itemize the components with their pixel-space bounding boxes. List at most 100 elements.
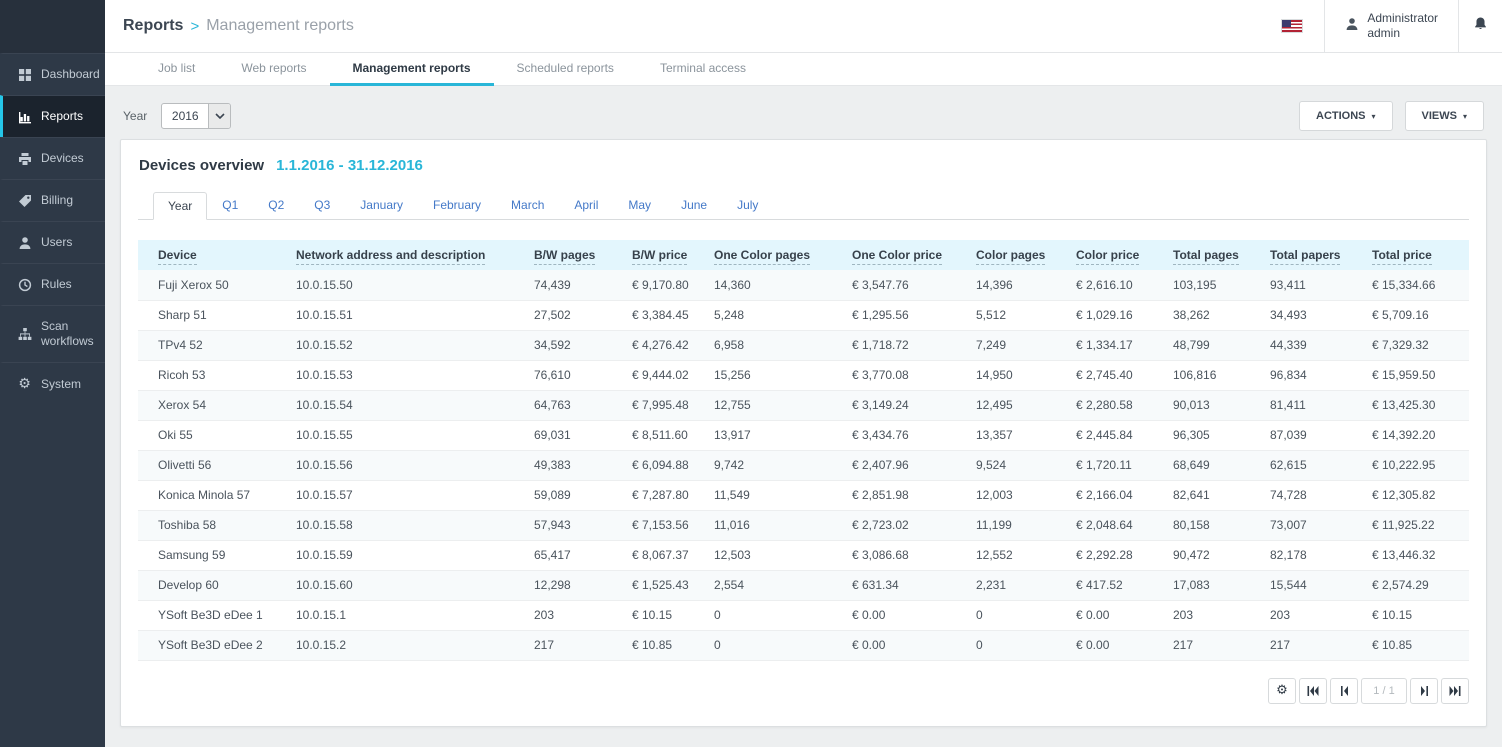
table-cell: € 2,574.29 <box>1352 570 1469 600</box>
gear-icon: ⚙ <box>17 376 32 392</box>
user-username: admin <box>1367 26 1438 41</box>
table-cell: 217 <box>514 630 612 660</box>
column-sort-label[interactable]: B/W pages <box>534 248 595 265</box>
column-sort-label[interactable]: Total papers <box>1270 248 1340 265</box>
table-cell: € 12,305.82 <box>1352 480 1469 510</box>
pagination-settings-button[interactable]: ⚙ <box>1268 678 1296 704</box>
column-sort-label[interactable]: One Color pages <box>714 248 810 265</box>
table-cell: 62,615 <box>1250 450 1352 480</box>
period-tab-january[interactable]: January <box>345 191 418 219</box>
period-tab-july[interactable]: July <box>722 191 773 219</box>
tab-job-list[interactable]: Job list <box>135 53 218 86</box>
sidebar-item-scan-workflows[interactable]: Scan workflows <box>0 305 105 362</box>
period-tab-june[interactable]: June <box>666 191 722 219</box>
column-sort-label[interactable]: B/W price <box>632 248 687 265</box>
table-cell: 81,411 <box>1250 390 1352 420</box>
table-cell: € 5,709.16 <box>1352 300 1469 330</box>
actions-button[interactable]: ACTIONS ▾ <box>1299 101 1393 131</box>
sidebar-item-label: Dashboard <box>41 67 100 82</box>
device-name-cell: Toshiba 58 <box>138 510 276 540</box>
period-tab-april[interactable]: April <box>559 191 613 219</box>
table-cell: 65,417 <box>514 540 612 570</box>
table-cell: € 3,547.76 <box>832 270 956 300</box>
breadcrumb-section[interactable]: Reports <box>123 17 183 35</box>
table-row[interactable]: TPv4 5210.0.15.5234,592€ 4,276.426,958€ … <box>138 330 1469 360</box>
pagination-first-button[interactable] <box>1299 678 1327 704</box>
tab-management-reports[interactable]: Management reports <box>330 53 494 86</box>
period-tab-may[interactable]: May <box>613 191 666 219</box>
sidebar-item-label: Rules <box>41 277 72 292</box>
table-cell: 10.0.15.2 <box>276 630 514 660</box>
table-cell: 9,524 <box>956 450 1056 480</box>
filter-row: Year 2016 ACTIONS ▾ VIEWS ▾ <box>120 86 1487 134</box>
tab-terminal-access[interactable]: Terminal access <box>637 53 769 86</box>
period-tab-q1[interactable]: Q1 <box>207 191 253 219</box>
table-cell: 49,383 <box>514 450 612 480</box>
table-row[interactable]: Samsung 5910.0.15.5965,417€ 8,067.3712,5… <box>138 540 1469 570</box>
table-row[interactable]: Olivetti 5610.0.15.5649,383€ 6,094.889,7… <box>138 450 1469 480</box>
sidebar-item-devices[interactable]: Devices <box>0 137 105 179</box>
column-header: Color pages <box>956 240 1056 270</box>
column-sort-label[interactable]: Device <box>158 248 197 265</box>
table-row[interactable]: YSoft Be3D eDee 210.0.15.2217€ 10.850€ 0… <box>138 630 1469 660</box>
period-tab-q2[interactable]: Q2 <box>253 191 299 219</box>
sidebar-item-system[interactable]: ⚙ System <box>0 362 105 405</box>
table-cell: 96,305 <box>1153 420 1250 450</box>
table-row[interactable]: Oki 5510.0.15.5569,031€ 8,511.6013,917€ … <box>138 420 1469 450</box>
tab-scheduled-reports[interactable]: Scheduled reports <box>494 53 637 86</box>
breadcrumb-separator-icon: > <box>190 18 199 35</box>
table-cell: 6,958 <box>694 330 832 360</box>
devices-table-header-row: Device Network address and description B/W… <box>138 240 1469 270</box>
sidebar-item-label: Devices <box>41 151 84 166</box>
table-cell: € 1,029.16 <box>1056 300 1153 330</box>
table-row[interactable]: Konica Minola 5710.0.15.5759,089€ 7,287.… <box>138 480 1469 510</box>
sidebar-item-reports[interactable]: Reports <box>0 95 105 137</box>
user-menu[interactable]: Administrator admin <box>1325 0 1458 52</box>
chevron-down-icon[interactable] <box>208 104 230 128</box>
table-row[interactable]: Toshiba 5810.0.15.5857,943€ 7,153.5611,0… <box>138 510 1469 540</box>
views-button[interactable]: VIEWS ▾ <box>1405 101 1484 131</box>
column-sort-label[interactable]: One Color price <box>852 248 942 265</box>
column-sort-label[interactable]: Color price <box>1076 248 1139 265</box>
pagination-next-button[interactable] <box>1410 678 1438 704</box>
column-sort-label[interactable]: Total price <box>1372 248 1432 265</box>
year-select[interactable]: 2016 <box>161 103 231 129</box>
table-row[interactable]: Develop 6010.0.15.6012,298€ 1,525.432,55… <box>138 570 1469 600</box>
table-row[interactable]: Xerox 5410.0.15.5464,763€ 7,995.4812,755… <box>138 390 1469 420</box>
sidebar-item-users[interactable]: Users <box>0 221 105 263</box>
sidebar-item-billing[interactable]: Billing <box>0 179 105 221</box>
column-header: B/W price <box>612 240 694 270</box>
table-cell: 10.0.15.58 <box>276 510 514 540</box>
notifications-button[interactable] <box>1459 0 1502 52</box>
column-sort-label[interactable]: Network address and description <box>296 248 485 265</box>
sidebar-item-rules[interactable]: Rules <box>0 263 105 305</box>
period-tab-march[interactable]: March <box>496 191 559 219</box>
table-row[interactable]: YSoft Be3D eDee 110.0.15.1203€ 10.150€ 0… <box>138 600 1469 630</box>
pagination-last-button[interactable] <box>1441 678 1469 704</box>
table-cell: € 2,048.64 <box>1056 510 1153 540</box>
period-tab-february[interactable]: February <box>418 191 496 219</box>
breadcrumb-page: Management reports <box>206 17 354 35</box>
column-sort-label[interactable]: Color pages <box>976 248 1045 265</box>
table-cell: 10.0.15.56 <box>276 450 514 480</box>
devices-table: Device Network address and description B/W… <box>138 240 1469 661</box>
sidebar-item-dashboard[interactable]: Dashboard <box>0 53 105 95</box>
column-sort-label[interactable]: Total pages <box>1173 248 1239 265</box>
table-cell: 217 <box>1250 630 1352 660</box>
table-cell: 15,256 <box>694 360 832 390</box>
device-name-cell: TPv4 52 <box>138 330 276 360</box>
period-tab-q3[interactable]: Q3 <box>299 191 345 219</box>
language-selector[interactable] <box>1260 0 1324 52</box>
pagination-prev-button[interactable] <box>1330 678 1358 704</box>
period-tab-year[interactable]: Year <box>153 192 207 220</box>
table-row[interactable]: Sharp 5110.0.15.5127,502€ 3,384.455,248€… <box>138 300 1469 330</box>
table-cell: € 15,334.66 <box>1352 270 1469 300</box>
table-cell: 12,495 <box>956 390 1056 420</box>
table-row[interactable]: Ricoh 5310.0.15.5376,610€ 9,444.0215,256… <box>138 360 1469 390</box>
column-header: One Color price <box>832 240 956 270</box>
sidebar: Dashboard Reports Devices Billing Users … <box>0 0 105 747</box>
table-cell: € 0.00 <box>832 630 956 660</box>
table-cell: 203 <box>514 600 612 630</box>
table-row[interactable]: Fuji Xerox 5010.0.15.5074,439€ 9,170.801… <box>138 270 1469 300</box>
tab-web-reports[interactable]: Web reports <box>218 53 329 86</box>
